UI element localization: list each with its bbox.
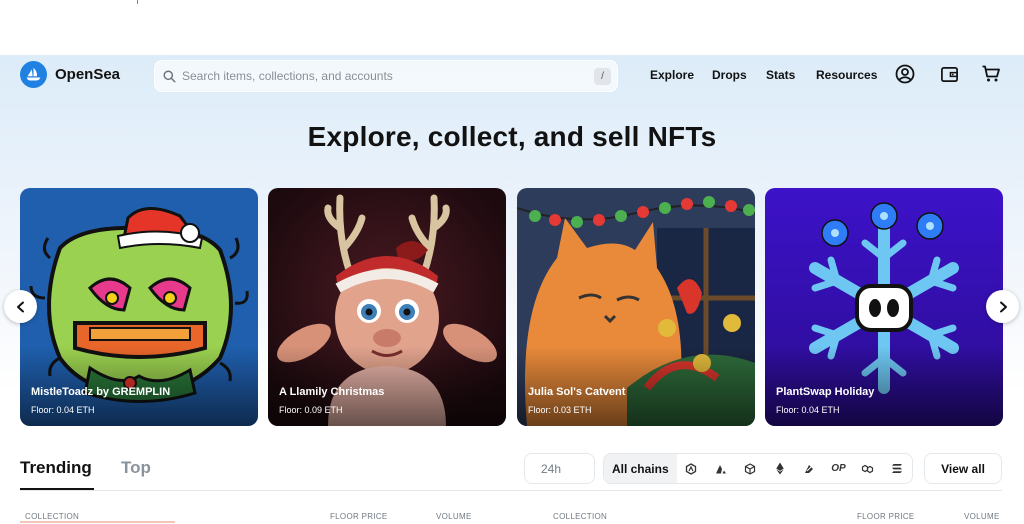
column-header-floor-price: FLOOR PRICE [857,512,915,521]
hero-title: Explore, collect, and sell NFTs [307,121,717,152]
carousel-prev-button[interactable] [4,290,37,323]
time-range-value: 24h [541,461,562,476]
carousel-card[interactable]: A Llamily Christmas Floor: 0.09 ETH [268,188,506,426]
card-collection-name: A Llamily Christmas [279,386,385,398]
card-floor-price: Floor: 0.09 ETH [279,405,343,415]
carousel-card[interactable]: Julia Sol's Catvent Floor: 0.03 ETH [517,188,755,426]
chain-solana[interactable] [883,454,912,483]
card-collection-name: MistleToadz by GREMPLIN [31,386,171,398]
profile-icon[interactable] [894,63,916,85]
column-header-collection: COLLECTION [25,512,80,521]
card-floor-price: Floor: 0.04 ETH [31,405,95,415]
chevron-left-icon [16,301,24,312]
column-header-volume: VOLUME [436,512,472,521]
chain-avalanche[interactable] [706,454,735,483]
nav-resources[interactable]: Resources [816,68,877,82]
arbitrum-icon [686,462,697,475]
search-input[interactable] [182,69,582,83]
chain-filter: All chains OP [603,453,913,484]
blast-icon [804,464,813,473]
carousel-card[interactable]: MistleToadz by GREMPLIN Floor: 0.04 ETH [20,188,258,426]
chain-base[interactable] [735,454,764,483]
nav-explore[interactable]: Explore [650,68,694,82]
brand-name: OpenSea [55,66,121,83]
chain-polygon[interactable] [853,454,882,483]
avalanche-icon [715,464,726,473]
carousel-card[interactable]: PlantSwap Holiday Floor: 0.04 ETH [765,188,1003,426]
tab-trending[interactable]: Trending [20,458,92,478]
card-floor-price: Floor: 0.03 ETH [528,405,592,415]
polygon-icon [862,464,874,473]
tab-top[interactable]: Top [121,458,151,478]
view-all-button[interactable]: View all [924,453,1002,484]
chevron-right-icon [999,301,1007,312]
site-header: OpenSea / Explore Drops Stats Resources [0,55,1024,95]
chain-all-button[interactable]: All chains [604,454,677,483]
top-tick-mark [137,0,138,4]
nav-drops[interactable]: Drops [712,68,747,82]
section-divider [20,490,1002,491]
search-icon [163,69,176,83]
cart-icon[interactable] [980,63,1002,85]
optimism-icon: OP [831,463,846,474]
scroll-hint-line [20,521,175,523]
wallet-icon[interactable] [938,63,960,85]
card-collection-name: Julia Sol's Catvent [528,386,626,398]
column-header-collection: COLLECTION [553,512,608,521]
time-range-select[interactable]: 24h [524,453,595,484]
chain-arbitrum[interactable] [677,454,706,483]
carousel-next-button[interactable] [986,290,1019,323]
opensea-logo-icon [20,61,47,88]
search-shortcut-key: / [594,68,611,85]
browser-top-strip [0,0,1024,55]
nav-stats[interactable]: Stats [766,68,795,82]
base-icon [745,462,756,475]
search-bar[interactable]: / [154,60,618,92]
column-header-volume: VOLUME [964,512,1000,521]
brand-logo[interactable]: OpenSea [20,61,120,88]
column-header-floor-price: FLOOR PRICE [330,512,388,521]
ethereum-icon [775,462,784,475]
card-collection-name: PlantSwap Holiday [776,386,875,398]
chain-blast[interactable] [794,454,823,483]
solana-icon [892,464,903,473]
card-floor-price: Floor: 0.04 ETH [776,405,840,415]
chain-ethereum[interactable] [765,454,794,483]
chain-optimism[interactable]: OP [824,454,853,483]
